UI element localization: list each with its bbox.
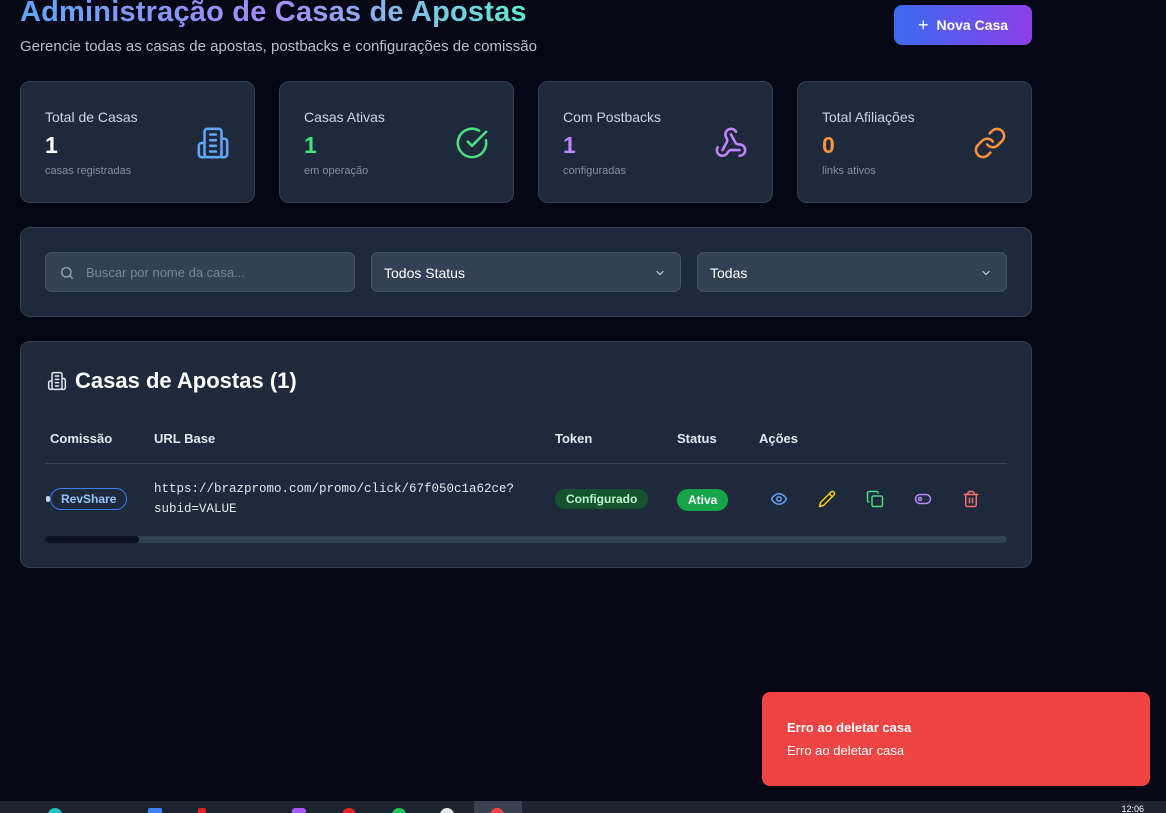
token-badge: Configurado — [555, 489, 649, 509]
link-icon — [974, 127, 1006, 159]
eye-icon[interactable] — [770, 490, 788, 508]
stat-card-active: Casas Ativas 1 em operação — [279, 81, 514, 203]
commission-badge: RevShare — [50, 488, 128, 510]
os-taskbar: 12:06 — [0, 801, 1166, 813]
status-badge: Ativa — [677, 489, 729, 511]
status-select-value: Todos Status — [384, 265, 465, 281]
building-icon — [197, 127, 229, 159]
column-header-commission[interactable]: Comissão — [50, 431, 112, 446]
plus-icon: + — [917, 15, 929, 35]
taskbar-app-icon[interactable] — [148, 808, 162, 813]
new-house-button-label: Nova Casa — [936, 17, 1009, 33]
type-select[interactable]: Todas — [697, 252, 1007, 292]
error-toast[interactable]: Erro ao deletar casa Erro ao deletar cas… — [762, 692, 1150, 786]
taskbar-clock: 12:06 — [1121, 804, 1144, 813]
stat-card-postbacks: Com Postbacks 1 configuradas — [538, 81, 773, 203]
houses-table-card: Casas de Apostas (1) Comissão URL Base T… — [20, 341, 1032, 568]
pencil-icon[interactable] — [818, 490, 836, 508]
taskbar-app-icon[interactable] — [292, 808, 306, 813]
page-header: Administração de Casas de Apostas Gerenc… — [20, 0, 1032, 60]
new-house-button[interactable]: + Nova Casa — [894, 5, 1032, 45]
filters-panel: Todos Status Todas — [20, 227, 1032, 317]
taskbar-active-app[interactable] — [474, 801, 522, 813]
stat-card-affiliations: Total Afiliações 0 links ativos — [797, 81, 1032, 203]
horizontal-scrollbar[interactable] — [45, 536, 1007, 543]
check-circle-icon — [456, 127, 488, 159]
status-select[interactable]: Todos Status — [371, 252, 681, 292]
stat-label: Com Postbacks — [563, 109, 662, 125]
building-icon — [47, 371, 67, 391]
trash-icon[interactable] — [962, 490, 980, 508]
stat-hint: casas registradas — [45, 165, 132, 177]
type-select-value: Todas — [710, 265, 748, 281]
stat-label: Total de Casas — [45, 109, 138, 125]
stat-label: Casas Ativas — [304, 109, 385, 125]
search-icon — [60, 267, 73, 279]
stat-value: 1 — [304, 132, 317, 158]
url-line: https://brazpromo.com/promo/click/67f050… — [154, 482, 515, 496]
taskbar-app-icon[interactable] — [48, 808, 62, 813]
webhook-icon — [715, 127, 747, 158]
toast-description: Erro ao deletar casa — [787, 743, 905, 758]
search-box[interactable] — [45, 252, 355, 292]
table-title: Casas de Apostas (1) — [47, 368, 297, 394]
toast-title: Erro ao deletar casa — [787, 720, 912, 735]
taskbar-app-icon[interactable] — [342, 808, 356, 813]
taskbar-app-icon[interactable] — [440, 808, 454, 813]
stat-hint: links ativos — [822, 165, 876, 177]
stat-card-total: Total de Casas 1 casas registradas — [20, 81, 255, 203]
stat-hint: em operação — [304, 165, 369, 177]
search-input[interactable] — [86, 253, 346, 291]
stats-row: Total de Casas 1 casas registradas Casas… — [20, 81, 1032, 203]
copy-icon[interactable] — [866, 490, 884, 508]
toggle-icon[interactable] — [914, 490, 932, 508]
taskbar-app-icon[interactable] — [198, 808, 206, 813]
column-header-actions: Ações — [759, 431, 799, 446]
page-title: Administração de Casas de Apostas — [20, 0, 527, 29]
table-title-text: Casas de Apostas (1) — [75, 368, 297, 393]
row-divider — [45, 463, 1007, 464]
scrollbar-gap — [45, 536, 139, 543]
taskbar-app-icon[interactable] — [392, 808, 406, 813]
chevron-down-icon — [982, 270, 990, 276]
taskbar-app-icon — [490, 808, 504, 813]
stat-label: Total Afiliações — [822, 109, 915, 125]
url-base-cell: https://brazpromo.com/promo/click/67f050… — [154, 479, 544, 519]
url-line: subid=VALUE — [154, 502, 237, 516]
stat-value: 0 — [822, 132, 835, 158]
column-header-token[interactable]: Token — [555, 431, 592, 446]
page-subtitle: Gerencie todas as casas de apostas, post… — [20, 38, 537, 55]
stat-value: 1 — [45, 132, 58, 158]
column-header-url[interactable]: URL Base — [154, 431, 215, 446]
column-header-status[interactable]: Status — [677, 431, 717, 446]
chevron-down-icon — [656, 270, 664, 276]
stat-value: 1 — [563, 132, 576, 158]
stat-hint: configuradas — [563, 165, 626, 177]
